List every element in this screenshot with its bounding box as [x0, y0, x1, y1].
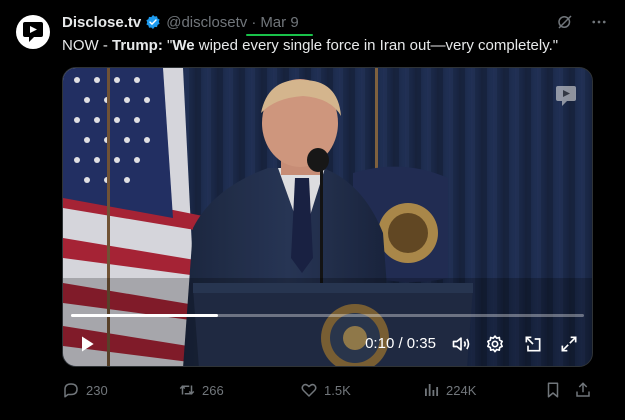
views-icon: [425, 384, 439, 396]
watermark-logo-icon: [554, 84, 578, 108]
bookmark-button[interactable]: [544, 378, 562, 402]
play-icon[interactable]: [77, 334, 97, 354]
avatar[interactable]: [16, 15, 50, 49]
tweet-actions: 230 266 1.5K 224K: [62, 378, 593, 402]
view-count: 224K: [446, 382, 477, 398]
account-handle[interactable]: @disclosetv: [166, 14, 247, 31]
tweet-quote-bold: We: [172, 37, 195, 54]
tweet: Disclose.tv @disclosetv · Mar 9 NOW - Tr…: [0, 0, 625, 420]
share-button[interactable]: [574, 378, 592, 402]
tweet-prefix: NOW -: [62, 37, 112, 54]
grok-icon[interactable]: [555, 12, 575, 32]
repost-count: 266: [202, 382, 224, 398]
account-name[interactable]: Disclose.tv: [62, 14, 141, 31]
verified-badge-icon: [145, 14, 161, 30]
reply-count: 230: [86, 382, 108, 398]
header-actions: [555, 12, 609, 32]
repost-button[interactable]: 266: [178, 378, 224, 402]
gear-icon[interactable]: [484, 333, 506, 355]
video-progress-bar[interactable]: [71, 314, 584, 317]
picture-in-picture-icon[interactable]: [522, 333, 544, 355]
video-controls: 0:10 / 0:35: [63, 330, 592, 358]
tweet-text: NOW - Trump: "We wiped every single forc…: [62, 36, 558, 56]
repost-icon: [179, 385, 195, 395]
tweet-header: Disclose.tv @disclosetv · Mar 9: [62, 12, 314, 36]
video-progress-fill: [71, 314, 218, 317]
fullscreen-icon[interactable]: [558, 333, 580, 355]
like-count: 1.5K: [324, 382, 351, 398]
reply-button[interactable]: 230: [62, 378, 108, 402]
tweet-quote-open: ": [162, 37, 173, 54]
video-player[interactable]: 0:10 / 0:35: [62, 67, 593, 367]
video-time: 0:10 / 0:35: [365, 335, 436, 352]
tweet-quote-rest: wiped every single force in Iran out—ver…: [194, 37, 559, 54]
separator-dot: ·: [251, 13, 257, 31]
disclose-logo-icon: [23, 22, 43, 42]
more-icon[interactable]: [589, 12, 609, 32]
heart-icon: [301, 383, 317, 397]
volume-icon[interactable]: [450, 333, 472, 355]
reply-icon: [64, 383, 78, 398]
tweet-speaker: Trump:: [112, 37, 163, 54]
bookmark-icon: [547, 382, 559, 398]
post-date[interactable]: Mar 9: [246, 14, 314, 36]
share-icon: [576, 382, 590, 397]
video-frame: [63, 68, 592, 366]
like-button[interactable]: 1.5K: [300, 378, 351, 402]
views-button[interactable]: 224K: [422, 378, 476, 402]
